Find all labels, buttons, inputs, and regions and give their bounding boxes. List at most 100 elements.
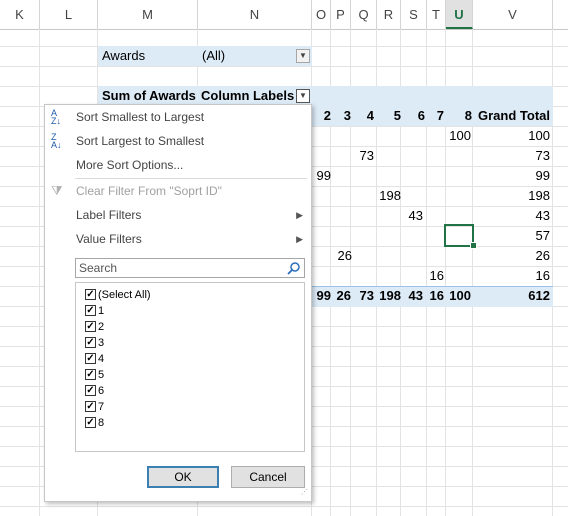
column-header-m[interactable]: M: [98, 0, 198, 29]
pivot-cell[interactable]: 16: [473, 266, 550, 286]
total-cell[interactable]: 26: [331, 286, 351, 306]
col-header-cell[interactable]: 4: [351, 106, 374, 126]
list-item[interactable]: ✓ 1: [85, 303, 105, 319]
resize-grip-icon[interactable]: ⋰: [301, 489, 309, 499]
filter-dropdown-button[interactable]: ▼: [296, 49, 310, 63]
gridline: [39, 29, 40, 516]
checkbox-checked-icon[interactable]: ✓: [85, 401, 96, 412]
sort-descending-label: Sort Largest to Smallest: [76, 134, 205, 148]
chevron-down-icon: ▼: [299, 91, 307, 100]
column-header-q[interactable]: Q: [351, 0, 377, 29]
column-header-n[interactable]: N: [198, 0, 312, 29]
sort-ascending-icon: A Z↓: [51, 108, 61, 126]
ok-button[interactable]: OK: [147, 466, 219, 488]
total-cell[interactable]: 73: [351, 286, 374, 306]
checkbox-checked-icon[interactable]: ✓: [85, 369, 96, 380]
pivot-cell[interactable]: 26: [473, 246, 550, 266]
column-header-v[interactable]: V: [473, 0, 553, 29]
checkbox-checked-icon[interactable]: ✓: [85, 385, 96, 396]
grand-total-header[interactable]: Grand Total: [473, 106, 550, 126]
chevron-right-icon: ▶: [296, 210, 303, 220]
list-item-label: 8: [98, 417, 105, 429]
list-item[interactable]: ✓ 4: [85, 351, 105, 367]
pivot-cell[interactable]: 99: [473, 166, 550, 186]
col-header-cell[interactable]: 3: [331, 106, 351, 126]
search-icon: [287, 262, 300, 275]
list-item[interactable]: ✓ 7: [85, 399, 105, 415]
pivot-cell[interactable]: 43: [473, 206, 550, 226]
checkbox-checked-icon[interactable]: ✓: [85, 353, 96, 364]
pivot-cell[interactable]: 198: [473, 186, 550, 206]
pivot-cell[interactable]: 100: [446, 126, 471, 146]
column-header-p[interactable]: P: [331, 0, 351, 29]
column-labels-dropdown-button[interactable]: ▼: [296, 89, 310, 103]
list-item[interactable]: ✓ 6: [85, 383, 105, 399]
grand-total-cell[interactable]: 612: [473, 286, 550, 306]
gridline: [0, 506, 568, 507]
total-cell[interactable]: 43: [401, 286, 423, 306]
list-item-label: 2: [98, 321, 105, 333]
checkbox-checked-icon[interactable]: ✓: [85, 337, 96, 348]
value-filters-item[interactable]: Value Filters ▶: [45, 228, 311, 250]
filter-field-value[interactable]: (All): [202, 46, 225, 66]
checkbox-checked-icon[interactable]: ✓: [85, 417, 96, 428]
list-item-label: (Select All): [98, 289, 151, 301]
search-input[interactable]: Search: [75, 258, 305, 278]
pivot-cell[interactable]: 73: [473, 146, 550, 166]
total-cell[interactable]: 100: [446, 286, 471, 306]
column-labels-header[interactable]: Column Labels: [201, 86, 294, 106]
checkbox-checked-icon[interactable]: ✓: [85, 305, 96, 316]
list-item-label: 5: [98, 369, 105, 381]
col-header-cell[interactable]: 5: [377, 106, 401, 126]
filter-field-label[interactable]: Awards: [102, 46, 145, 66]
col-header-cell[interactable]: 2: [312, 106, 331, 126]
column-header-o[interactable]: O: [312, 0, 331, 29]
list-item-label: 3: [98, 337, 105, 349]
column-header-bar: K L M N O P Q R S T U V: [0, 0, 568, 30]
list-item[interactable]: ✓ 2: [85, 319, 105, 335]
label-filters-label: Label Filters: [76, 208, 142, 222]
list-item-label: 6: [98, 385, 105, 397]
total-cell[interactable]: 198: [374, 286, 401, 306]
col-header-cell[interactable]: 7: [427, 106, 444, 126]
checkbox-checked-icon[interactable]: ✓: [85, 289, 96, 300]
list-item[interactable]: ✓ 5: [85, 367, 105, 383]
total-cell[interactable]: 99: [312, 286, 331, 306]
more-sort-options-label: More Sort Options...: [76, 158, 184, 172]
column-header-r[interactable]: R: [377, 0, 401, 29]
column-header-l[interactable]: L: [40, 0, 98, 29]
label-filters-item[interactable]: Label Filters ▶: [45, 204, 311, 226]
chevron-down-icon: ▼: [299, 51, 307, 60]
sort-ascending-item[interactable]: A Z↓ Sort Smallest to Largest: [45, 106, 311, 128]
col-header-cell[interactable]: 6: [401, 106, 425, 126]
pivot-cell[interactable]: 100: [473, 126, 550, 146]
sort-descending-item[interactable]: Z A↓ Sort Largest to Smallest: [45, 130, 311, 152]
pivot-cell[interactable]: 99: [312, 166, 331, 186]
list-item-label: 4: [98, 353, 105, 365]
total-cell[interactable]: 16: [425, 286, 444, 306]
col-header-cell[interactable]: 8: [446, 106, 472, 126]
pivot-cell[interactable]: 57: [473, 226, 550, 246]
gridline: [0, 66, 568, 67]
clear-filter-label: Clear Filter From "Soprt ID": [76, 184, 222, 198]
column-header-k[interactable]: K: [0, 0, 40, 29]
pivot-cell[interactable]: 198: [374, 186, 401, 206]
more-sort-options-item[interactable]: More Sort Options...: [45, 154, 311, 176]
checkbox-checked-icon[interactable]: ✓: [85, 321, 96, 332]
column-header-t[interactable]: T: [427, 0, 446, 29]
list-item-label: 7: [98, 401, 105, 413]
column-header-u[interactable]: U: [446, 0, 473, 29]
fill-handle[interactable]: [470, 242, 477, 249]
list-item-select-all[interactable]: ✓ (Select All): [85, 287, 151, 303]
pivot-cell[interactable]: 16: [425, 266, 444, 286]
pivot-cell[interactable]: 43: [401, 206, 423, 226]
filter-value-list: ✓ (Select All) ✓ 1 ✓ 2 ✓ 3 ✓ 4 ✓ 5 ✓ 6 ✓: [75, 282, 305, 452]
sort-ascending-label: Sort Smallest to Largest: [76, 110, 205, 124]
cancel-button[interactable]: Cancel: [231, 466, 305, 488]
list-item-label: 1: [98, 305, 105, 317]
pivot-cell[interactable]: 73: [351, 146, 374, 166]
list-item[interactable]: ✓ 8: [85, 415, 105, 431]
column-header-s[interactable]: S: [401, 0, 427, 29]
pivot-cell[interactable]: 26: [331, 246, 352, 266]
list-item[interactable]: ✓ 3: [85, 335, 105, 351]
